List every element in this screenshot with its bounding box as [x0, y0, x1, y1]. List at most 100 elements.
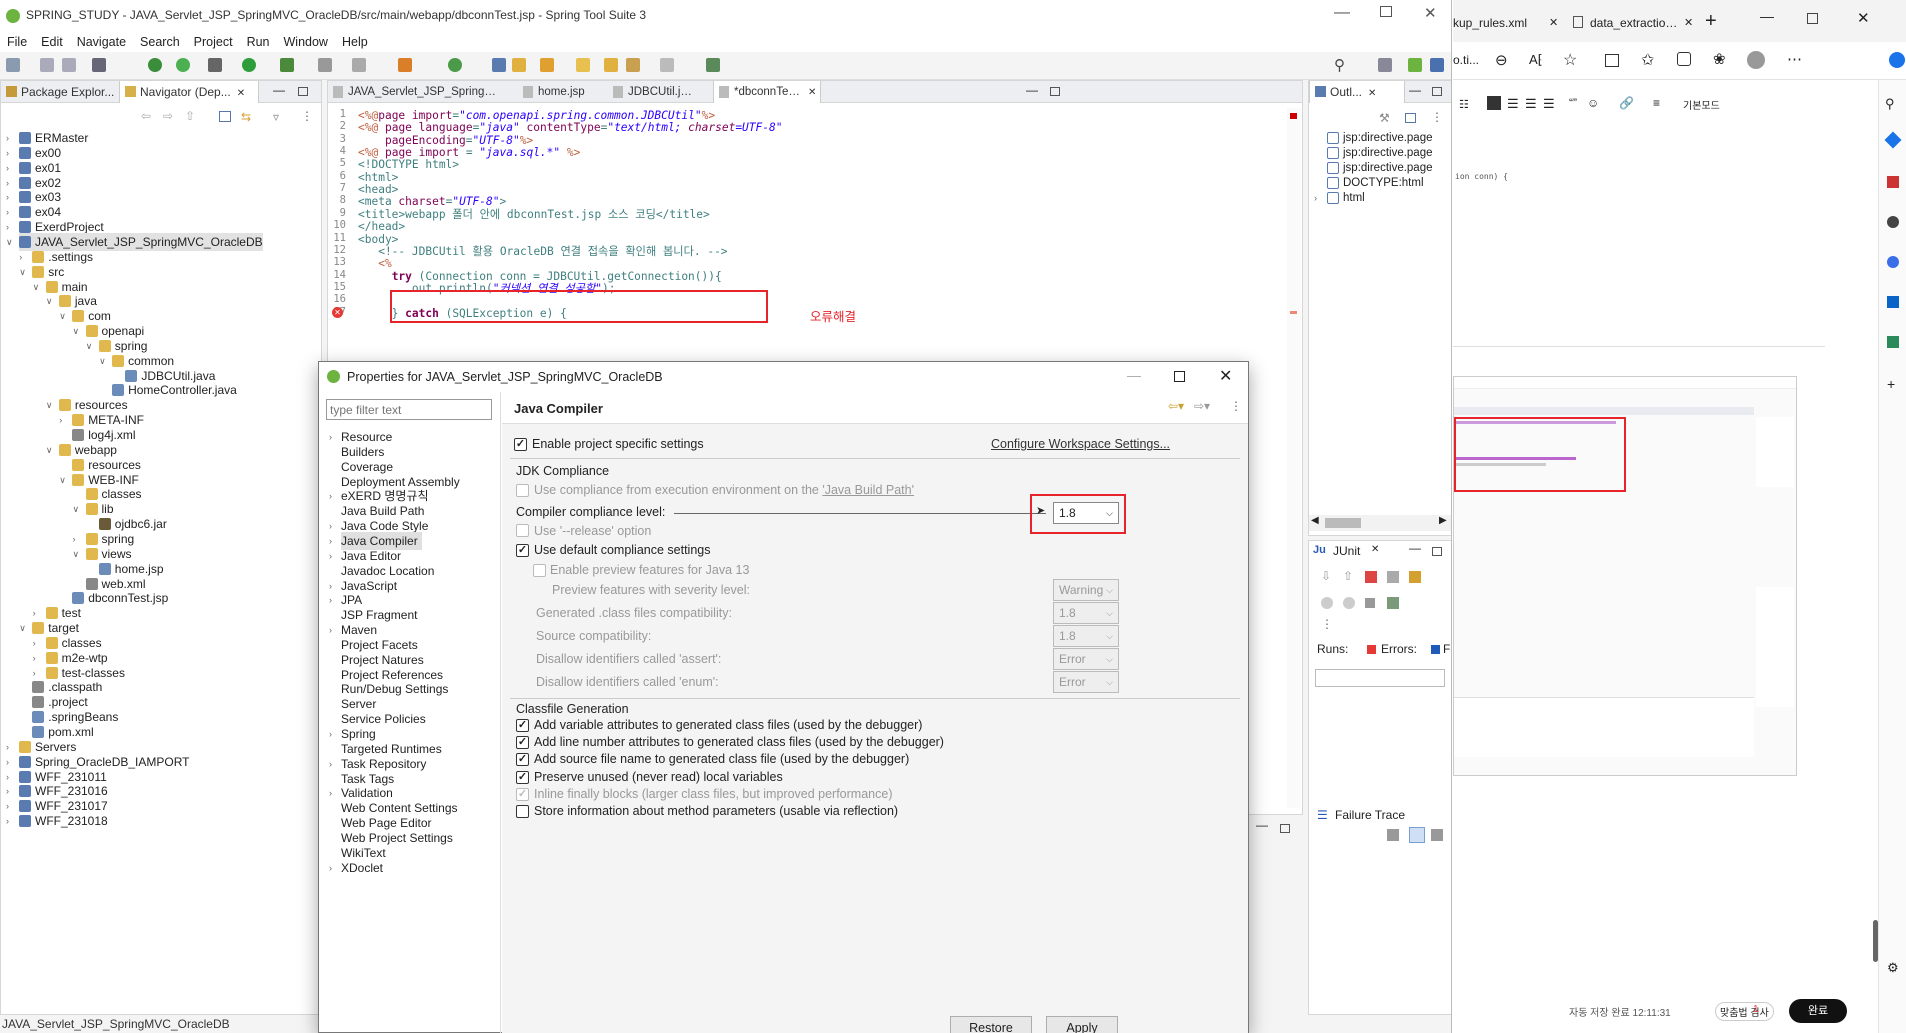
- outline-item[interactable]: › html: [1314, 189, 1365, 207]
- close-icon[interactable]: ✕: [1368, 88, 1376, 99]
- editor-tab[interactable]: home.jsp: [518, 81, 608, 103]
- chevron-down-icon[interactable]: ∨: [19, 619, 29, 637]
- category-item[interactable]: › XDoclet: [329, 859, 383, 877]
- sort-icon[interactable]: ⚒: [1379, 111, 1390, 125]
- maximize-view-button[interactable]: [1432, 87, 1442, 96]
- editor-tab[interactable]: JDBCUtil.java: [608, 81, 713, 103]
- chevron-right-icon[interactable]: ›: [329, 725, 339, 743]
- split-screen-icon[interactable]: [1605, 54, 1619, 67]
- layout-icon[interactable]: [1409, 571, 1421, 583]
- preview-severity-select[interactable]: Warning ⌵: [1053, 579, 1119, 601]
- sidebar-scrollbar[interactable]: [1873, 920, 1878, 962]
- tools-icon[interactable]: [1887, 176, 1899, 188]
- tab-outline[interactable]: Outl... ✕: [1309, 81, 1405, 103]
- perspective-icon[interactable]: [1378, 58, 1392, 72]
- done-button[interactable]: 완료: [1789, 999, 1847, 1023]
- extensions-icon[interactable]: ❀: [1713, 50, 1726, 68]
- emoji-icon[interactable]: ☺: [1587, 96, 1599, 110]
- chevron-right-icon[interactable]: ›: [329, 487, 339, 505]
- release-option-checkbox[interactable]: [516, 524, 529, 537]
- prev-edit-icon[interactable]: [626, 58, 640, 72]
- settings-icon[interactable]: ⚙: [1887, 960, 1899, 976]
- chevron-down-icon[interactable]: ∨: [73, 322, 83, 340]
- classfile-checkbox[interactable]: ✓: [516, 719, 529, 732]
- scroll-thumb[interactable]: [1325, 518, 1361, 528]
- add-icon[interactable]: +: [1887, 376, 1895, 392]
- close-button[interactable]: ✕: [1219, 366, 1232, 386]
- m365-icon[interactable]: [1887, 256, 1899, 268]
- generated-compat-select[interactable]: 1.8 ⌵: [1053, 602, 1119, 624]
- profile-avatar[interactable]: [1747, 51, 1765, 69]
- new-tab-icon[interactable]: +: [1705, 10, 1717, 33]
- maximize-view-button[interactable]: [298, 87, 308, 96]
- new-class-icon[interactable]: [398, 58, 412, 72]
- menu-navigate[interactable]: Navigate: [70, 32, 133, 52]
- server-icon[interactable]: [318, 58, 332, 72]
- browser-tab[interactable]: kup_rules.xml: [1453, 16, 1548, 30]
- chevron-right-icon[interactable]: ›: [1314, 189, 1324, 207]
- chevron-right-icon[interactable]: ›: [329, 547, 339, 565]
- chevron-right-icon[interactable]: ›: [329, 428, 339, 446]
- chevron-right-icon[interactable]: ›: [329, 784, 339, 802]
- java-build-path-link[interactable]: 'Java Build Path': [822, 483, 914, 497]
- chevron-right-icon[interactable]: ›: [6, 812, 16, 830]
- maximize-view-button[interactable]: [1432, 547, 1442, 556]
- close-icon[interactable]: ✕: [1371, 544, 1379, 555]
- minimize-view-button[interactable]: —: [1256, 818, 1268, 832]
- forward-icon[interactable]: [660, 58, 674, 72]
- close-icon[interactable]: ✕: [1549, 16, 1558, 29]
- use-env-checkbox[interactable]: [516, 484, 529, 497]
- scroll-left-icon[interactable]: ◀: [1311, 515, 1319, 526]
- chevron-down-icon[interactable]: ∨: [46, 396, 56, 414]
- send-icon[interactable]: [1887, 336, 1899, 348]
- zoom-icon[interactable]: ⊖: [1495, 51, 1508, 69]
- people-icon[interactable]: [1887, 216, 1899, 228]
- java-perspective-icon[interactable]: [1430, 58, 1444, 72]
- copilot-icon[interactable]: [1889, 52, 1905, 68]
- code-line[interactable]: <!-- JDBCUtil 활용 OracleDB 연결 접속을 확인해 봅니다…: [358, 244, 727, 260]
- list-icon[interactable]: ≡: [1653, 96, 1660, 110]
- view-menu-icon[interactable]: ⋮: [1321, 617, 1333, 631]
- chevron-down-icon[interactable]: ∨: [33, 278, 43, 296]
- favorite-icon[interactable]: ☆: [1563, 50, 1577, 70]
- minimize-button[interactable]: —: [1334, 4, 1350, 22]
- debug-icon[interactable]: [148, 58, 162, 72]
- minimize-button[interactable]: —: [1760, 8, 1774, 24]
- filter-icon[interactable]: ▿: [273, 110, 279, 124]
- configure-workspace-link[interactable]: Configure Workspace Settings...: [991, 435, 1170, 453]
- minimize-view-button[interactable]: —: [1026, 83, 1038, 97]
- align-center-icon[interactable]: ☰: [1507, 96, 1519, 112]
- collapse-all-icon[interactable]: [1405, 113, 1416, 123]
- favorites-icon[interactable]: ✩: [1641, 50, 1654, 70]
- maximize-button[interactable]: [1174, 371, 1185, 382]
- external-tools-icon[interactable]: [280, 58, 294, 72]
- chevron-down-icon[interactable]: ∨: [59, 471, 69, 489]
- chevron-right-icon[interactable]: ›: [329, 859, 339, 877]
- chevron-down-icon[interactable]: ∨: [46, 441, 56, 459]
- maximize-view-button[interactable]: [1280, 824, 1290, 833]
- search-icon[interactable]: ⚲: [1885, 96, 1895, 112]
- menu-run[interactable]: Run: [240, 32, 277, 52]
- chevron-down-icon[interactable]: ∨: [46, 292, 56, 310]
- rerun-icon[interactable]: [1321, 597, 1333, 609]
- maximize-view-button[interactable]: [1050, 87, 1060, 96]
- minimize-view-button[interactable]: —: [1409, 541, 1421, 555]
- run-icon[interactable]: [242, 58, 256, 72]
- back-icon[interactable]: [604, 58, 618, 72]
- source-compat-select[interactable]: 1.8 ⌵: [1053, 625, 1119, 647]
- outlook-icon[interactable]: [1887, 296, 1899, 308]
- classfile-checkbox[interactable]: ✓: [516, 787, 529, 801]
- back-nav-icon[interactable]: ⇦▾: [1168, 399, 1184, 413]
- address-bar[interactable]: o.ti...: [1453, 53, 1479, 67]
- tab-package-explorer[interactable]: Package Explor...: [1, 81, 119, 103]
- editor-tab[interactable]: *dbconnTest.jsp ✕: [713, 81, 821, 103]
- read-aloud-icon[interactable]: A⁅: [1529, 52, 1543, 68]
- annotation-icon[interactable]: [576, 58, 590, 72]
- chevron-down-icon[interactable]: ∨: [86, 337, 96, 355]
- table-icon[interactable]: ☷: [1459, 98, 1469, 111]
- editor-tab[interactable]: JAVA_Servlet_JSP_SpringMVC_OracleDB/pom.…: [328, 81, 518, 103]
- close-button[interactable]: ✕: [1424, 4, 1437, 22]
- close-icon[interactable]: ✕: [808, 87, 816, 98]
- close-button[interactable]: ✕: [1857, 9, 1870, 27]
- quote-icon[interactable]: “”: [1569, 96, 1577, 110]
